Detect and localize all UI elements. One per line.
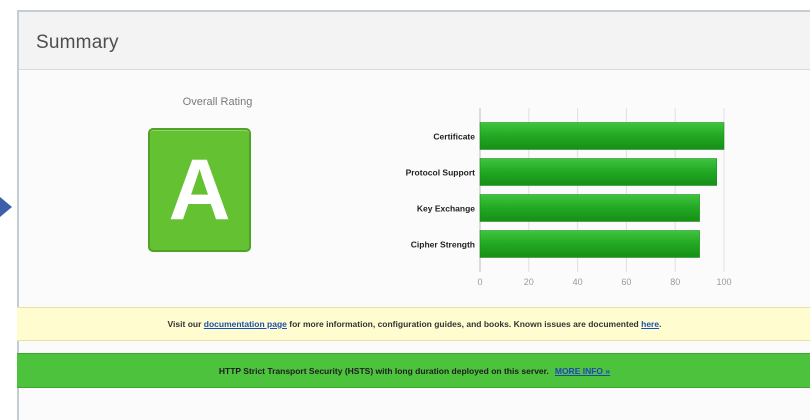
x-tick-label: 20 <box>524 277 534 287</box>
x-tick-label: 60 <box>621 277 631 287</box>
category-label: Key Exchange <box>417 204 475 214</box>
x-tick-label: 0 <box>477 277 482 287</box>
bar <box>479 194 700 222</box>
more-info-link[interactable]: MORE INFO » <box>555 366 610 376</box>
panel-header <box>19 12 810 70</box>
panel-title: Summary <box>36 32 119 53</box>
bar <box>479 158 717 186</box>
notice-middle: for more information, configuration guid… <box>289 319 639 329</box>
x-tick-label: 100 <box>716 277 731 287</box>
category-label: Protocol Support <box>406 168 476 178</box>
notice-prefix: Visit our <box>167 319 202 329</box>
hsts-text: HTTP Strict Transport Security (HSTS) wi… <box>218 365 549 376</box>
hsts-notice: HTTP Strict Transport Security (HSTS) wi… <box>17 353 810 388</box>
expand-arrow-icon <box>0 197 12 217</box>
grade-badge: A <box>148 128 251 252</box>
rating-chart-svg: 0 20 40 60 80 100 Certificate Protocol Support K… <box>406 108 732 287</box>
known-issues-link[interactable]: here <box>641 319 659 329</box>
documentation-page-link[interactable]: documentation page <box>204 319 287 329</box>
rating-chart: 0 20 40 60 80 100 Certificate Protocol Support K… <box>359 108 749 293</box>
bar <box>479 122 725 150</box>
grade-letter: A <box>168 142 231 238</box>
documentation-notice: Visit our documentation page for more in… <box>17 307 810 341</box>
category-label: Cipher Strength <box>411 240 475 250</box>
bar <box>479 230 700 258</box>
x-tick-label: 80 <box>670 277 680 287</box>
notice-suffix: . <box>659 319 662 329</box>
category-label: Certificate <box>433 132 475 142</box>
overall-rating-label: Overall Rating <box>182 96 253 108</box>
x-tick-label: 40 <box>573 277 583 287</box>
